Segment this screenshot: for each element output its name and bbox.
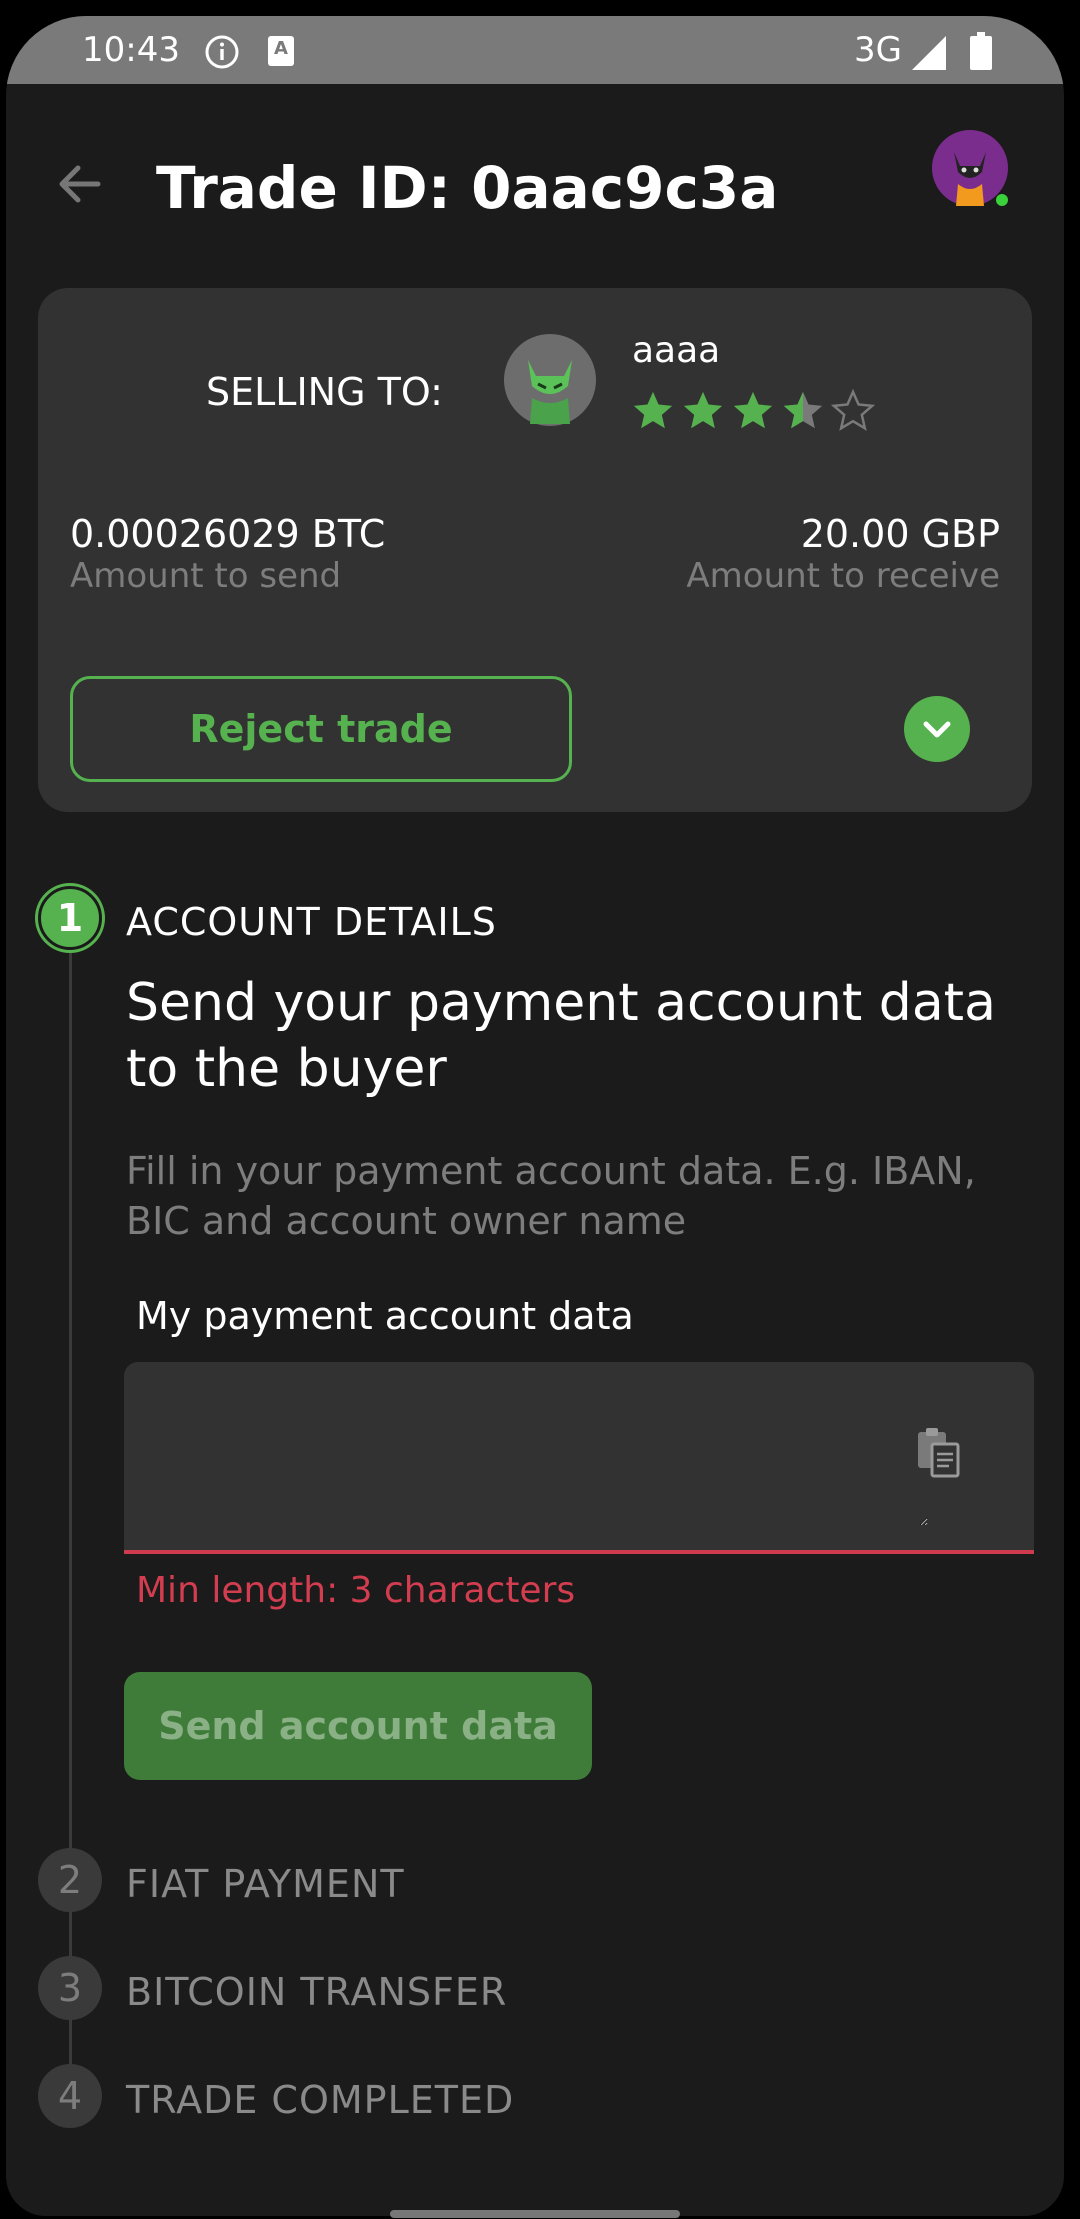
chevron-down-icon[interactable]: [904, 696, 970, 762]
step-1-label[interactable]: ACCOUNT DETAILS: [126, 900, 497, 944]
peer-name: aaaa: [632, 330, 721, 371]
step-description: Fill in your payment account data. E.g. …: [126, 1149, 976, 1243]
app-bar: Trade ID: 0aac9c3a: [6, 84, 1064, 234]
star-full-icon: [683, 391, 723, 429]
payment-account-field-label: My payment account data: [136, 1294, 634, 1338]
status-bar: 10:43 A 3G: [6, 16, 1064, 84]
star-full-icon: [733, 391, 773, 429]
star-empty-icon: [830, 388, 876, 431]
arrow-left-icon[interactable]: [52, 156, 108, 212]
app-screen: 10:43 A 3G Trade ID: 0aac9c3a SELLING TO…: [6, 16, 1064, 2216]
user-avatar-icon[interactable]: [930, 128, 1010, 208]
payment-account-input[interactable]: [148, 1386, 928, 1526]
peer-avatar-icon[interactable]: [502, 332, 598, 428]
star-half-icon: [783, 391, 823, 429]
amount-to-send-caption: Amount to send: [70, 556, 342, 596]
step-4-indicator: 4: [38, 2064, 102, 2128]
peer-rating: [630, 388, 876, 434]
step-2-indicator: 2: [38, 1848, 102, 1912]
home-indicator: [390, 2210, 680, 2218]
reject-trade-button[interactable]: Reject trade: [70, 676, 572, 782]
status-time: 10:43: [82, 30, 180, 70]
payment-account-field[interactable]: [124, 1362, 1034, 1554]
trade-summary-card: SELLING TO: aaaa 0.00026029 BTC Amount t…: [38, 288, 1032, 812]
battery-icon: [970, 32, 992, 70]
star-full-icon: [633, 391, 673, 429]
step-heading: Send your payment account data to the bu…: [126, 973, 996, 1099]
clipboard-paste-icon[interactable]: [914, 1426, 962, 1478]
amount-to-receive-caption: Amount to receive: [686, 556, 1000, 596]
step-2-label[interactable]: FIAT PAYMENT: [126, 1862, 405, 1906]
page-title: Trade ID: 0aac9c3a: [156, 154, 779, 222]
network-type: 3G: [854, 30, 902, 70]
info-circle-icon: [205, 35, 239, 69]
a-badge-icon: A: [268, 36, 294, 66]
signal-icon: [912, 36, 946, 70]
step-3-indicator: 3: [38, 1956, 102, 2020]
step-4-label[interactable]: TRADE COMPLETED: [126, 2078, 514, 2122]
step-3-label[interactable]: BITCOIN TRANSFER: [126, 1970, 507, 2014]
selling-to-label: SELLING TO:: [206, 370, 443, 414]
amount-to-receive: 20.00 GBP: [800, 512, 1000, 556]
step-1-indicator: 1: [38, 886, 102, 950]
amount-to-send: 0.00026029 BTC: [70, 512, 386, 556]
field-error-message: Min length: 3 characters: [136, 1570, 576, 1611]
send-account-data-button[interactable]: Send account data: [124, 1672, 592, 1780]
